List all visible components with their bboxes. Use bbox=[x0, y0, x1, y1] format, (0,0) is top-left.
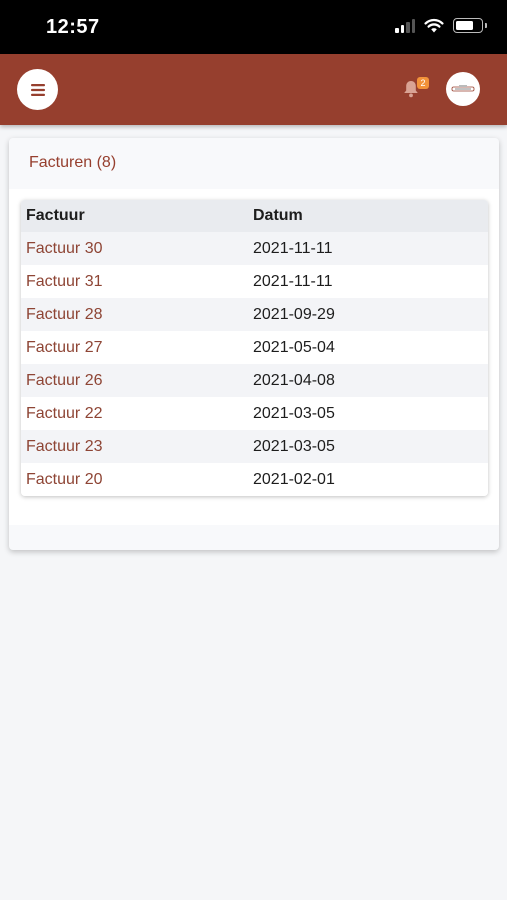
invoice-date: 2021-02-01 bbox=[249, 463, 488, 496]
table-row[interactable]: Factuur 22 2021-03-05 bbox=[21, 397, 488, 430]
table-row[interactable]: Factuur 23 2021-03-05 bbox=[21, 430, 488, 463]
invoice-link[interactable]: Factuur 30 bbox=[21, 232, 249, 265]
invoice-link[interactable]: Factuur 31 bbox=[21, 265, 249, 298]
invoice-link[interactable]: Factuur 27 bbox=[21, 331, 249, 364]
table-row[interactable]: Factuur 31 2021-11-11 bbox=[21, 265, 488, 298]
status-bar: 12:57 bbox=[0, 0, 507, 54]
profile-avatar[interactable] bbox=[446, 72, 480, 106]
table-header-row: Factuur Datum bbox=[21, 200, 488, 232]
table-row[interactable]: Factuur 27 2021-05-04 bbox=[21, 331, 488, 364]
invoice-link[interactable]: Factuur 28 bbox=[21, 298, 249, 331]
column-header-invoice: Factuur bbox=[21, 200, 249, 232]
hamburger-menu-icon bbox=[30, 83, 45, 96]
invoice-link[interactable]: Factuur 23 bbox=[21, 430, 249, 463]
app-header: 2 bbox=[0, 54, 507, 125]
table-row[interactable]: Factuur 20 2021-02-01 bbox=[21, 463, 488, 496]
card-title: Facturen (8) bbox=[29, 154, 117, 171]
table-row[interactable]: Factuur 28 2021-09-29 bbox=[21, 298, 488, 331]
invoice-date: 2021-03-05 bbox=[249, 397, 488, 430]
menu-button[interactable] bbox=[17, 69, 58, 110]
invoice-date: 2021-11-11 bbox=[249, 232, 488, 265]
invoice-link[interactable]: Factuur 20 bbox=[21, 463, 249, 496]
column-header-date: Datum bbox=[249, 200, 488, 232]
table-row[interactable]: Factuur 30 2021-11-11 bbox=[21, 232, 488, 265]
invoices-card: Facturen (8) Factuur Datum Factuur 30 20… bbox=[9, 138, 499, 550]
invoice-link[interactable]: Factuur 26 bbox=[21, 364, 249, 397]
table-row[interactable]: Factuur 26 2021-04-08 bbox=[21, 364, 488, 397]
status-icons bbox=[395, 18, 487, 33]
avatar-logo-icon bbox=[451, 85, 475, 92]
invoice-link[interactable]: Factuur 22 bbox=[21, 397, 249, 430]
invoice-date: 2021-04-08 bbox=[249, 364, 488, 397]
notification-badge: 2 bbox=[417, 77, 429, 89]
status-time: 12:57 bbox=[46, 16, 100, 38]
invoice-date: 2021-09-29 bbox=[249, 298, 488, 331]
cellular-signal-icon bbox=[395, 18, 415, 33]
invoice-date: 2021-05-04 bbox=[249, 331, 488, 364]
card-body: Factuur Datum Factuur 30 2021-11-11 Fact… bbox=[9, 189, 499, 525]
notifications-button[interactable]: 2 bbox=[403, 77, 429, 102]
wifi-icon bbox=[424, 18, 444, 33]
invoice-date: 2021-11-11 bbox=[249, 265, 488, 298]
battery-icon bbox=[453, 18, 487, 33]
invoice-date: 2021-03-05 bbox=[249, 430, 488, 463]
invoices-table: Factuur Datum Factuur 30 2021-11-11 Fact… bbox=[21, 200, 488, 496]
